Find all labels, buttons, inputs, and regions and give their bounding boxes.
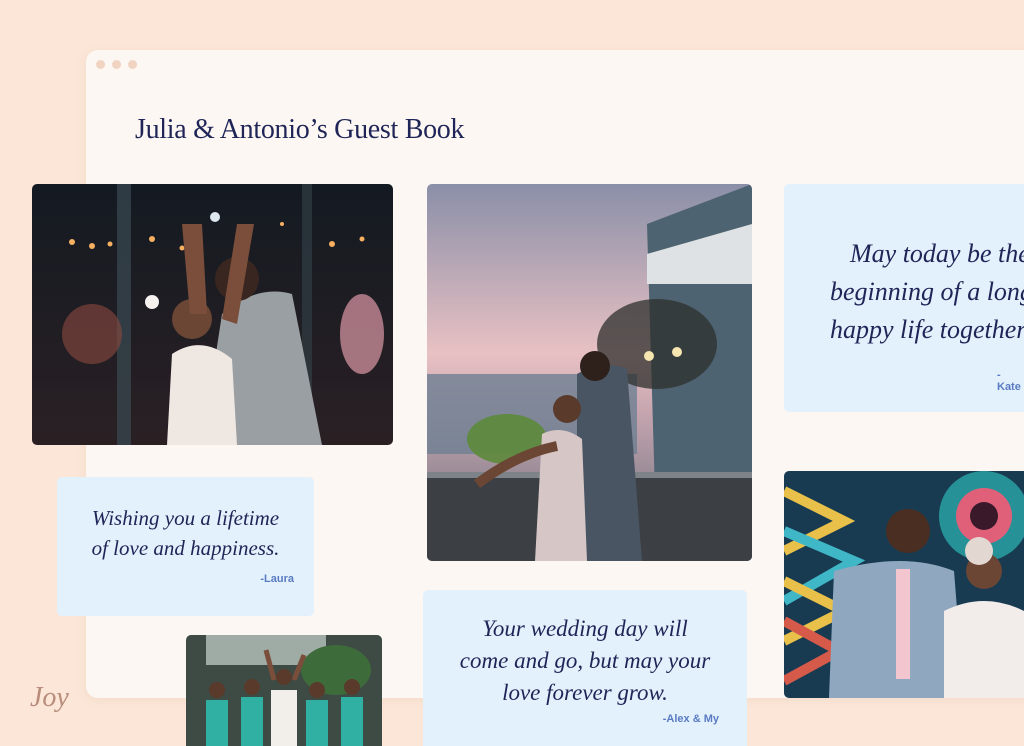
window-dot-icon[interactable] [96, 60, 105, 69]
note-line: beginning of a long [830, 277, 1024, 306]
note-line: Wishing you a lifetime [91, 505, 280, 530]
note-line: Your wedding day will [482, 616, 688, 641]
couple-sunset-photo[interactable] [427, 184, 752, 561]
note-line: happy life together [830, 315, 1024, 344]
guest-note-laura: Wishing you a lifetime of love and happi… [57, 477, 314, 616]
couple-dancing-photo[interactable] [32, 184, 393, 445]
page-title: Julia & Antonio’s Guest Book [135, 114, 465, 145]
note-line: love forever grow. [502, 680, 668, 705]
note-line: of love and happiness. [91, 535, 280, 560]
couple-portrait-photo[interactable] [784, 471, 1024, 698]
window-controls [96, 60, 137, 69]
window-dot-icon[interactable] [128, 60, 137, 69]
note-signature: -Kate [997, 369, 1021, 393]
guest-note-kate: May today be the beginning of a long hap… [784, 184, 1024, 412]
guest-note-alex-my: Your wedding day will come and go, but m… [423, 590, 747, 746]
note-signature: -Alex & My [662, 713, 719, 725]
window-dot-icon[interactable] [112, 60, 121, 69]
dance-party-photo[interactable] [186, 635, 382, 746]
note-line: come and go, but may your [459, 648, 711, 673]
note-signature: -Laura [260, 572, 294, 585]
joy-logo: Joy [30, 682, 69, 713]
note-line: May today be the [850, 239, 1024, 268]
